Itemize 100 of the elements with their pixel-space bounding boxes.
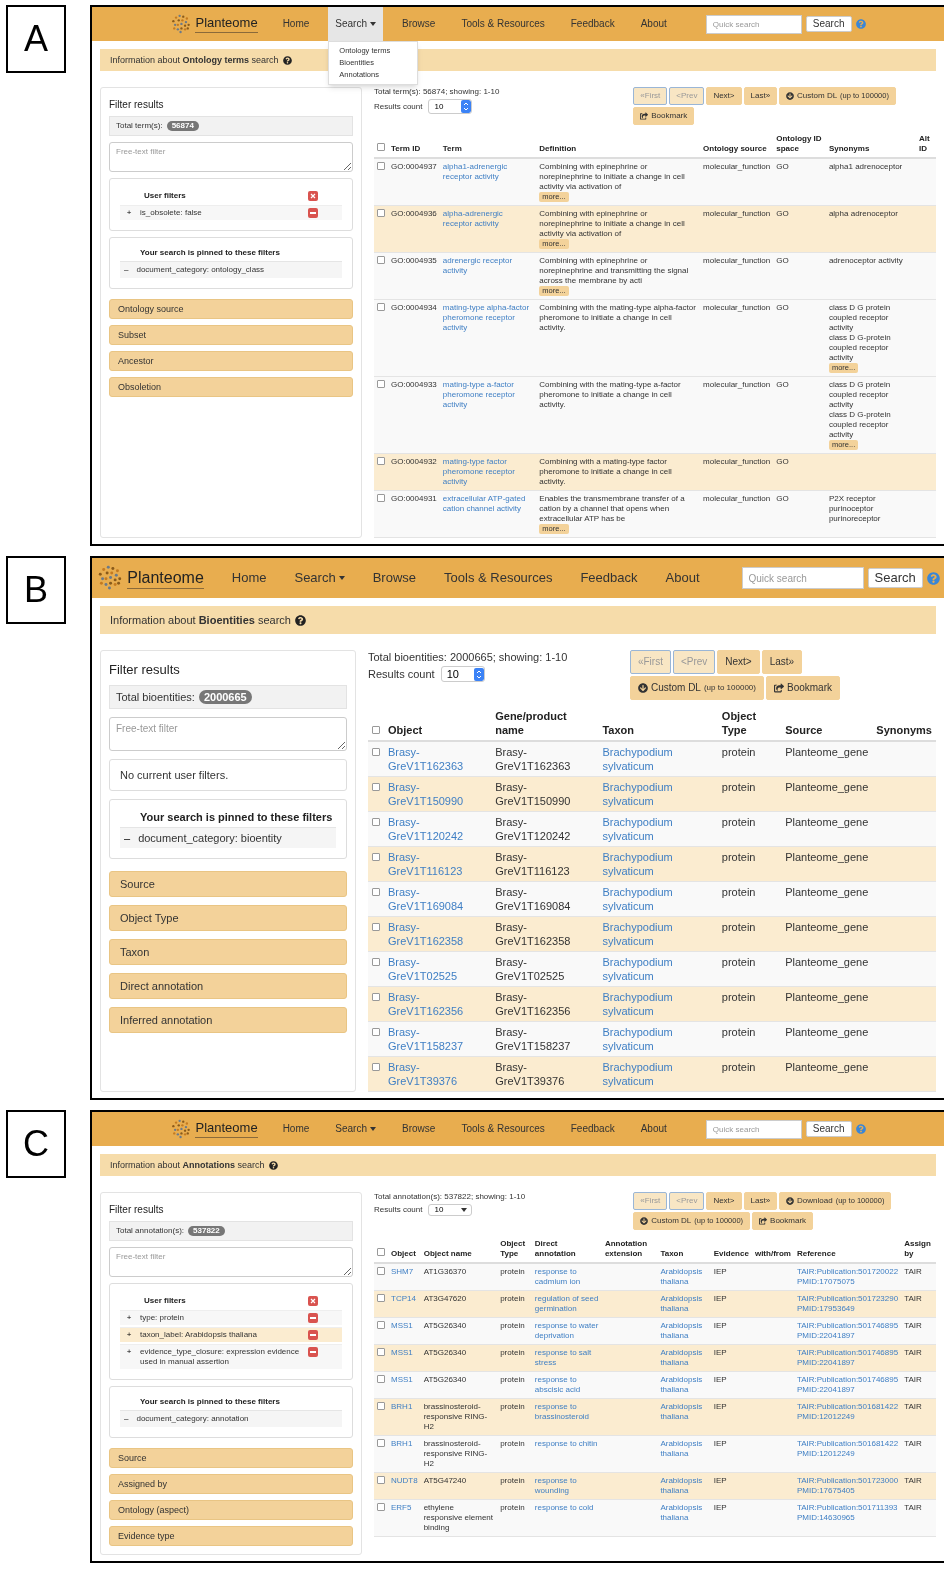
table-link[interactable]: PMID:12012249 <box>796 1449 899 1459</box>
table-link[interactable]: SHM7 <box>391 1267 418 1277</box>
nav-link[interactable]: Feedback <box>563 7 622 41</box>
table-link[interactable]: Arabidopsis thaliana <box>660 1321 708 1341</box>
table-link[interactable]: Brasy-GreV1T162356 <box>388 990 488 1018</box>
facet-header[interactable]: Ontology (aspect) <box>109 1500 353 1520</box>
row-checkbox[interactable] <box>372 923 380 931</box>
nav-link[interactable]: Home <box>275 1112 317 1146</box>
table-link[interactable]: PMID:22041897 <box>796 1331 899 1341</box>
table-link[interactable]: mating-type alpha-factor pheromone receptor activity <box>442 303 534 333</box>
bookmark-button[interactable]: Bookmark <box>633 107 695 125</box>
row-checkbox[interactable] <box>372 818 380 826</box>
select-all-checkbox[interactable] <box>372 726 380 734</box>
table-link[interactable]: Brachypodium sylvaticum <box>602 990 714 1018</box>
free-text-filter[interactable]: Free-text filter <box>109 717 347 751</box>
quick-search-field[interactable]: Quick search <box>741 567 864 589</box>
nav-link[interactable]: Browse <box>395 7 443 41</box>
nav-link[interactable]: Tools & Resources <box>454 7 552 41</box>
results-count-select[interactable]: 10 <box>440 666 485 682</box>
nav-link[interactable]: About <box>633 7 674 41</box>
filter-sign[interactable]: + <box>124 1313 134 1323</box>
nav-link[interactable]: Browse <box>366 558 423 598</box>
pagination-button[interactable]: Next> <box>717 650 760 674</box>
row-checkbox[interactable] <box>372 748 380 756</box>
table-link[interactable]: TAIR:Publication:501723000 <box>796 1476 899 1486</box>
free-text-filter[interactable]: Free-text filter <box>109 142 353 172</box>
table-link[interactable]: Brasy-GreV1T116123 <box>388 850 488 878</box>
table-link[interactable]: alpha-adrenergic receptor activity <box>442 209 534 229</box>
table-link[interactable]: Brasy-GreV1T169084 <box>388 885 488 913</box>
bookmark-button[interactable]: Bookmark <box>765 676 840 700</box>
table-link[interactable]: mating-type factor pheromone receptor activity <box>442 457 534 487</box>
site-logo-text[interactable]: Planteome <box>195 15 258 33</box>
help-icon[interactable] <box>282 55 292 65</box>
remove-filter-button[interactable] <box>308 1347 318 1357</box>
row-checkbox[interactable] <box>377 1476 385 1484</box>
table-link[interactable]: Arabidopsis thaliana <box>660 1267 708 1287</box>
select-all-checkbox[interactable] <box>377 143 385 151</box>
table-link[interactable]: Brachypodium sylvaticum <box>602 1025 714 1053</box>
table-link[interactable]: extracellular ATP-gated cation channel activity <box>442 494 534 514</box>
table-link[interactable]: Brachypodium sylvaticum <box>602 1060 714 1088</box>
facet-header[interactable]: Source <box>109 1448 353 1468</box>
help-icon[interactable] <box>268 1160 278 1170</box>
facet-header[interactable]: Inferred annotation <box>109 1007 347 1033</box>
row-checkbox[interactable] <box>377 1294 385 1302</box>
help-icon[interactable] <box>295 614 306 626</box>
table-link[interactable]: PMID:14630965 <box>796 1513 899 1523</box>
table-link[interactable]: Brasy-GreV1T150990 <box>388 780 488 808</box>
table-link[interactable]: alpha1-adrenergic receptor activity <box>442 162 534 182</box>
bookmark-button[interactable]: Bookmark <box>752 1212 814 1230</box>
table-link[interactable]: Brasy-GreV1T120242 <box>388 815 488 843</box>
table-link[interactable]: Arabidopsis thaliana <box>660 1348 708 1368</box>
nav-link[interactable]: Search <box>328 1112 383 1146</box>
facet-header[interactable]: Source <box>109 871 347 897</box>
search-button[interactable]: Search <box>805 16 852 32</box>
row-checkbox[interactable] <box>377 1503 385 1511</box>
table-link[interactable]: Arabidopsis thaliana <box>660 1503 708 1523</box>
facet-header[interactable]: Ancestor <box>109 351 353 371</box>
row-checkbox[interactable] <box>377 380 385 388</box>
facet-header[interactable]: Evidence type <box>109 1526 353 1546</box>
results-count-select[interactable]: 10 <box>428 1204 473 1216</box>
table-link[interactable]: adrenergic receptor activity <box>442 256 534 276</box>
row-checkbox[interactable] <box>372 853 380 861</box>
search-button[interactable]: Search <box>805 1121 852 1137</box>
table-link[interactable]: PMID:22041897 <box>796 1385 899 1395</box>
table-link[interactable]: TAIR:Publication:501723290 <box>796 1294 899 1304</box>
filter-sign[interactable]: + <box>124 208 134 218</box>
table-link[interactable]: MSS1 <box>391 1375 418 1385</box>
facet-header[interactable]: Taxon <box>109 939 347 965</box>
row-checkbox[interactable] <box>372 1063 380 1071</box>
table-link[interactable]: BRH1 <box>391 1439 418 1449</box>
table-link[interactable]: TCP14 <box>391 1294 418 1304</box>
table-link[interactable]: PMID:22041897 <box>796 1358 899 1368</box>
facet-header[interactable]: Assigned by <box>109 1474 353 1494</box>
facet-header[interactable]: Object Type <box>109 905 347 931</box>
row-checkbox[interactable] <box>377 1321 385 1329</box>
remove-filter-button[interactable] <box>308 208 318 218</box>
table-link[interactable]: Brachypodium sylvaticum <box>602 955 714 983</box>
nav-link[interactable]: Tools & Resources <box>454 1112 552 1146</box>
table-link[interactable]: Brasy-GreV1T02525 <box>388 955 488 983</box>
pagination-button[interactable]: Next> <box>706 1192 742 1210</box>
table-link[interactable]: Brasy-GreV1T158237 <box>388 1025 488 1053</box>
row-checkbox[interactable] <box>372 993 380 1001</box>
table-link[interactable]: Brachypodium sylvaticum <box>602 815 714 843</box>
table-link[interactable]: response to brassinosteroid <box>534 1402 599 1422</box>
nav-link[interactable]: Tools & Resources <box>438 558 559 598</box>
table-link[interactable]: Arabidopsis thaliana <box>660 1375 708 1395</box>
row-checkbox[interactable] <box>377 1267 385 1275</box>
nav-link[interactable]: Home <box>275 7 317 41</box>
table-link[interactable]: Arabidopsis thaliana <box>660 1402 708 1422</box>
table-link[interactable]: Arabidopsis thaliana <box>660 1294 708 1314</box>
table-link[interactable]: TAIR:Publication:501681422 <box>796 1402 899 1412</box>
table-link[interactable]: regulation of seed germination <box>534 1294 599 1314</box>
table-link[interactable]: Arabidopsis thaliana <box>660 1476 708 1496</box>
table-link[interactable]: response to wounding <box>534 1476 599 1496</box>
table-link[interactable]: Brasy-GreV1T39376 <box>388 1060 488 1088</box>
nav-link[interactable]: Feedback <box>574 558 644 598</box>
facet-header[interactable]: Obsoletion <box>109 377 353 397</box>
table-link[interactable]: response to water deprivation <box>534 1321 599 1341</box>
row-checkbox[interactable] <box>377 457 385 465</box>
table-link[interactable]: response to abscisic acid <box>534 1375 599 1395</box>
